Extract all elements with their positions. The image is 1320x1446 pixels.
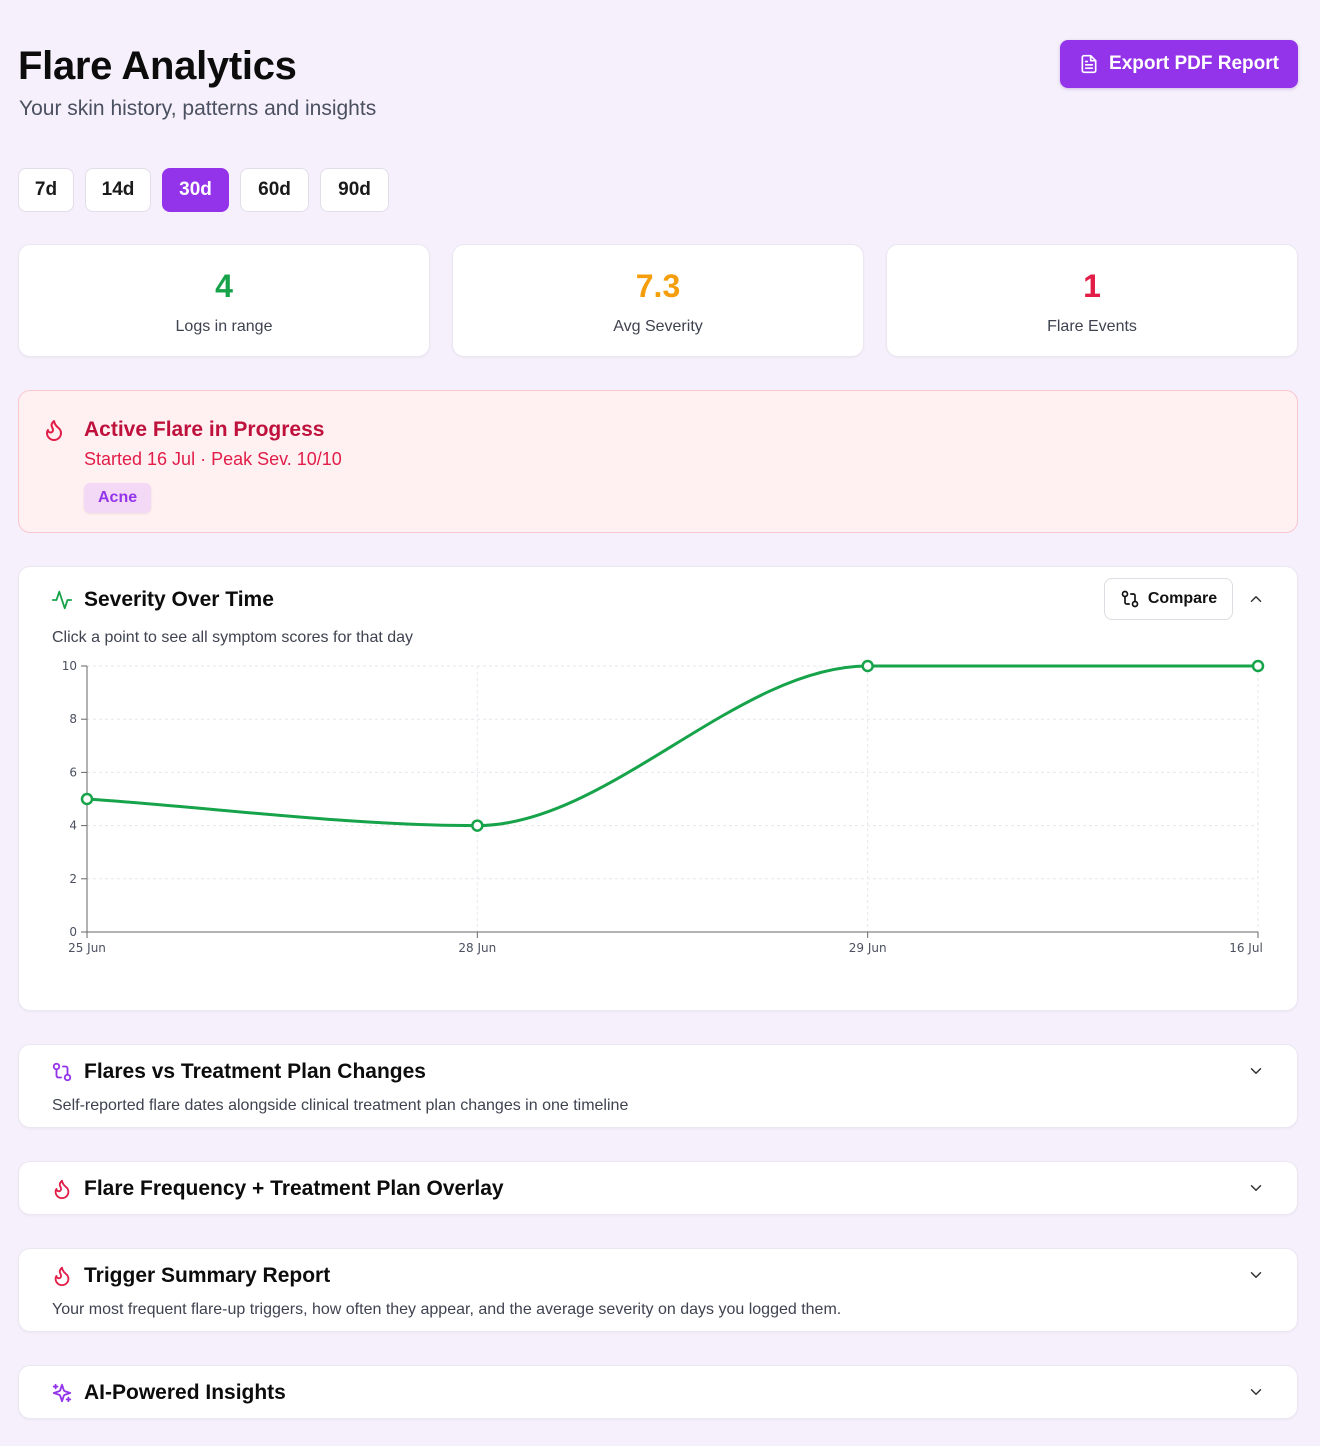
stat-value: 1 <box>1083 267 1101 304</box>
stats-row: 4 Logs in range 7.3 Avg Severity 1 Flare… <box>18 244 1298 357</box>
range-7d-button[interactable]: 7d <box>18 168 74 212</box>
y-tick-label: 6 <box>69 765 77 779</box>
range-60d-button[interactable]: 60d <box>240 168 309 212</box>
active-flare-alert: Active Flare in Progress Started 16 Jul … <box>18 390 1298 533</box>
section-description: Your most frequent flare-up triggers, ho… <box>52 1301 842 1318</box>
y-tick-label: 4 <box>69 819 77 833</box>
sparkles-icon <box>52 1383 72 1403</box>
stat-label: Logs in range <box>175 317 273 335</box>
range-14d-button[interactable]: 14d <box>85 168 151 212</box>
data-point[interactable] <box>861 659 874 673</box>
section-description: Self-reported flare dates alongside clin… <box>52 1097 629 1114</box>
export-pdf-button[interactable]: Export PDF Report <box>1060 40 1298 88</box>
page-subtitle: Your skin history, patterns and insights <box>19 97 377 120</box>
stat-card-flare-events: 1 Flare Events <box>886 244 1298 357</box>
page-title: Flare Analytics <box>18 44 297 88</box>
severity-over-time-card: Severity Over Time Compare Click a point… <box>18 566 1298 1011</box>
y-tick-label: 10 <box>62 659 77 673</box>
section-title: Flares vs Treatment Plan Changes <box>84 1060 426 1083</box>
stat-label: Avg Severity <box>613 317 703 335</box>
section-title: AI-Powered Insights <box>84 1381 286 1404</box>
chevron-down-icon[interactable] <box>1247 1062 1265 1080</box>
range-90d-button[interactable]: 90d <box>320 168 389 212</box>
chevron-down-icon[interactable] <box>1247 1266 1265 1284</box>
export-pdf-label: Export PDF Report <box>1109 53 1279 74</box>
x-tick-label: 25 Jun <box>68 941 106 955</box>
trigger-summary-card[interactable]: Trigger Summary Report Your most frequen… <box>18 1248 1298 1332</box>
data-point[interactable] <box>80 792 94 806</box>
stat-value: 4 <box>215 267 233 304</box>
x-tick-label: 28 Jun <box>458 941 496 955</box>
stat-value: 7.3 <box>635 267 681 304</box>
stat-card-avg-severity: 7.3 Avg Severity <box>452 244 864 357</box>
y-tick-label: 0 <box>69 925 77 939</box>
data-point[interactable] <box>1251 659 1265 673</box>
data-point[interactable] <box>471 819 484 832</box>
chevron-down-icon[interactable] <box>1247 1383 1265 1401</box>
section-title: Trigger Summary Report <box>84 1264 331 1287</box>
stat-label: Flare Events <box>1047 317 1137 335</box>
severity-series-line <box>86 664 1258 828</box>
active-flare-title: Active Flare in Progress <box>84 418 325 441</box>
file-text-icon <box>1081 54 1097 74</box>
flame-icon <box>54 1179 70 1200</box>
severity-line-chart: 0 2 4 6 8 10 25 Jun 28 Jun 29 Jun 16 Jul <box>62 659 1265 955</box>
git-compare-icon <box>52 1062 72 1082</box>
stat-card-logs: 4 Logs in range <box>18 244 430 357</box>
chevron-down-icon[interactable] <box>1247 1179 1265 1197</box>
condition-tag: Acne <box>84 483 152 513</box>
active-flare-subtitle: Started 16 Jul · Peak Sev. 10/10 <box>84 449 342 469</box>
x-tick-label: 29 Jun <box>849 941 887 955</box>
x-tick-label: 16 Jul <box>1229 941 1263 955</box>
flares-vs-treatment-card[interactable]: Flares vs Treatment Plan Changes Self-re… <box>18 1044 1298 1128</box>
range-30d-button[interactable]: 30d <box>162 168 229 212</box>
ai-insights-card[interactable]: AI-Powered Insights <box>18 1365 1298 1419</box>
flare-frequency-card[interactable]: Flare Frequency + Treatment Plan Overlay <box>18 1161 1298 1215</box>
range-selector: 7d 14d 30d 60d 90d <box>18 168 389 212</box>
y-tick-label: 8 <box>69 712 77 726</box>
flame-icon <box>46 420 62 441</box>
section-title: Flare Frequency + Treatment Plan Overlay <box>84 1177 504 1200</box>
y-tick-label: 2 <box>69 872 77 886</box>
flare-analytics-page: Flare Analytics Your skin history, patte… <box>0 0 1320 1446</box>
flame-icon <box>54 1266 70 1287</box>
page-header: Flare Analytics Your skin history, patte… <box>18 0 1298 138</box>
